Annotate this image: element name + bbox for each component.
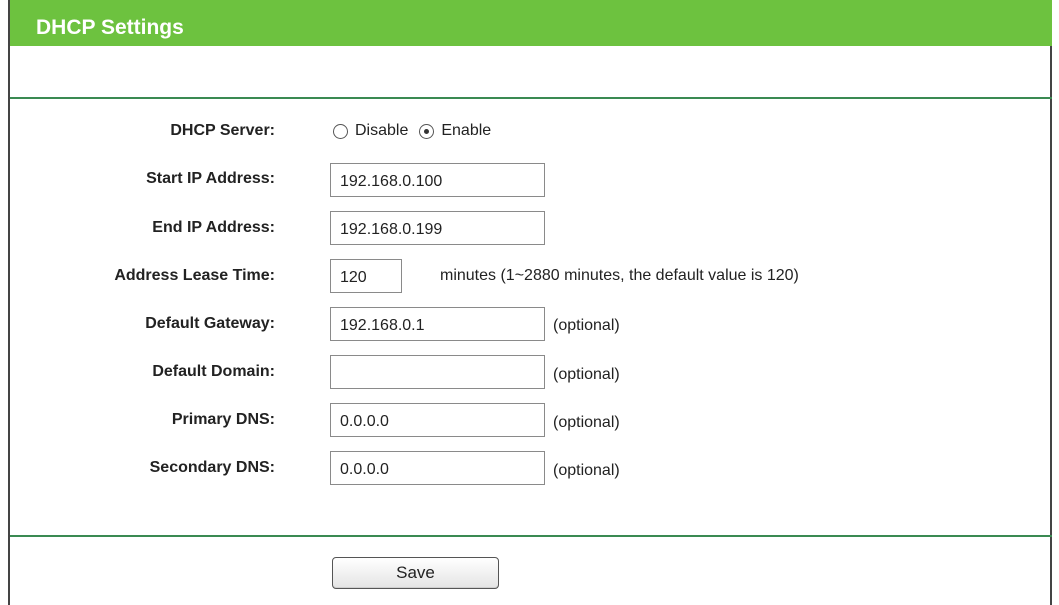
default-gateway-label: Default Gateway: (145, 315, 275, 332)
default-domain-label: Default Domain: (152, 363, 275, 380)
enable-radio[interactable] (419, 123, 435, 139)
secondary-dns-input[interactable] (330, 451, 545, 485)
primary-dns-input[interactable] (330, 403, 545, 437)
disable-radio[interactable] (333, 123, 348, 139)
end-ip-label: End IP Address: (152, 219, 275, 236)
default-gateway-input[interactable] (330, 307, 545, 341)
page-title: DHCP Settings (36, 16, 184, 39)
end-ip-input[interactable] (330, 211, 545, 245)
primary-dns-note: (optional) (553, 414, 620, 431)
default-gateway-note: (optional) (553, 317, 620, 334)
start-ip-input[interactable] (330, 163, 545, 197)
enable-radio-label[interactable]: Enable (441, 121, 491, 141)
page-frame (8, 0, 1052, 605)
dhcp-server-radio-group: Disable Enable (333, 121, 491, 141)
secondary-dns-note: (optional) (553, 462, 620, 479)
lease-time-input[interactable] (330, 259, 402, 293)
dhcp-server-label: DHCP Server: (170, 122, 275, 139)
lease-time-label: Address Lease Time: (114, 267, 275, 284)
save-button[interactable]: Save (332, 557, 499, 589)
divider-bottom (10, 535, 1052, 537)
start-ip-label: Start IP Address: (146, 170, 275, 187)
default-domain-input[interactable] (330, 355, 545, 389)
default-domain-note: (optional) (553, 366, 620, 383)
lease-time-note: minutes (1~2880 minutes, the default val… (440, 267, 799, 284)
secondary-dns-label: Secondary DNS: (149, 459, 275, 476)
disable-radio-label[interactable]: Disable (355, 121, 408, 141)
primary-dns-label: Primary DNS: (171, 411, 275, 428)
divider-top (10, 97, 1052, 99)
section-header: DHCP Settings (10, 0, 1052, 46)
